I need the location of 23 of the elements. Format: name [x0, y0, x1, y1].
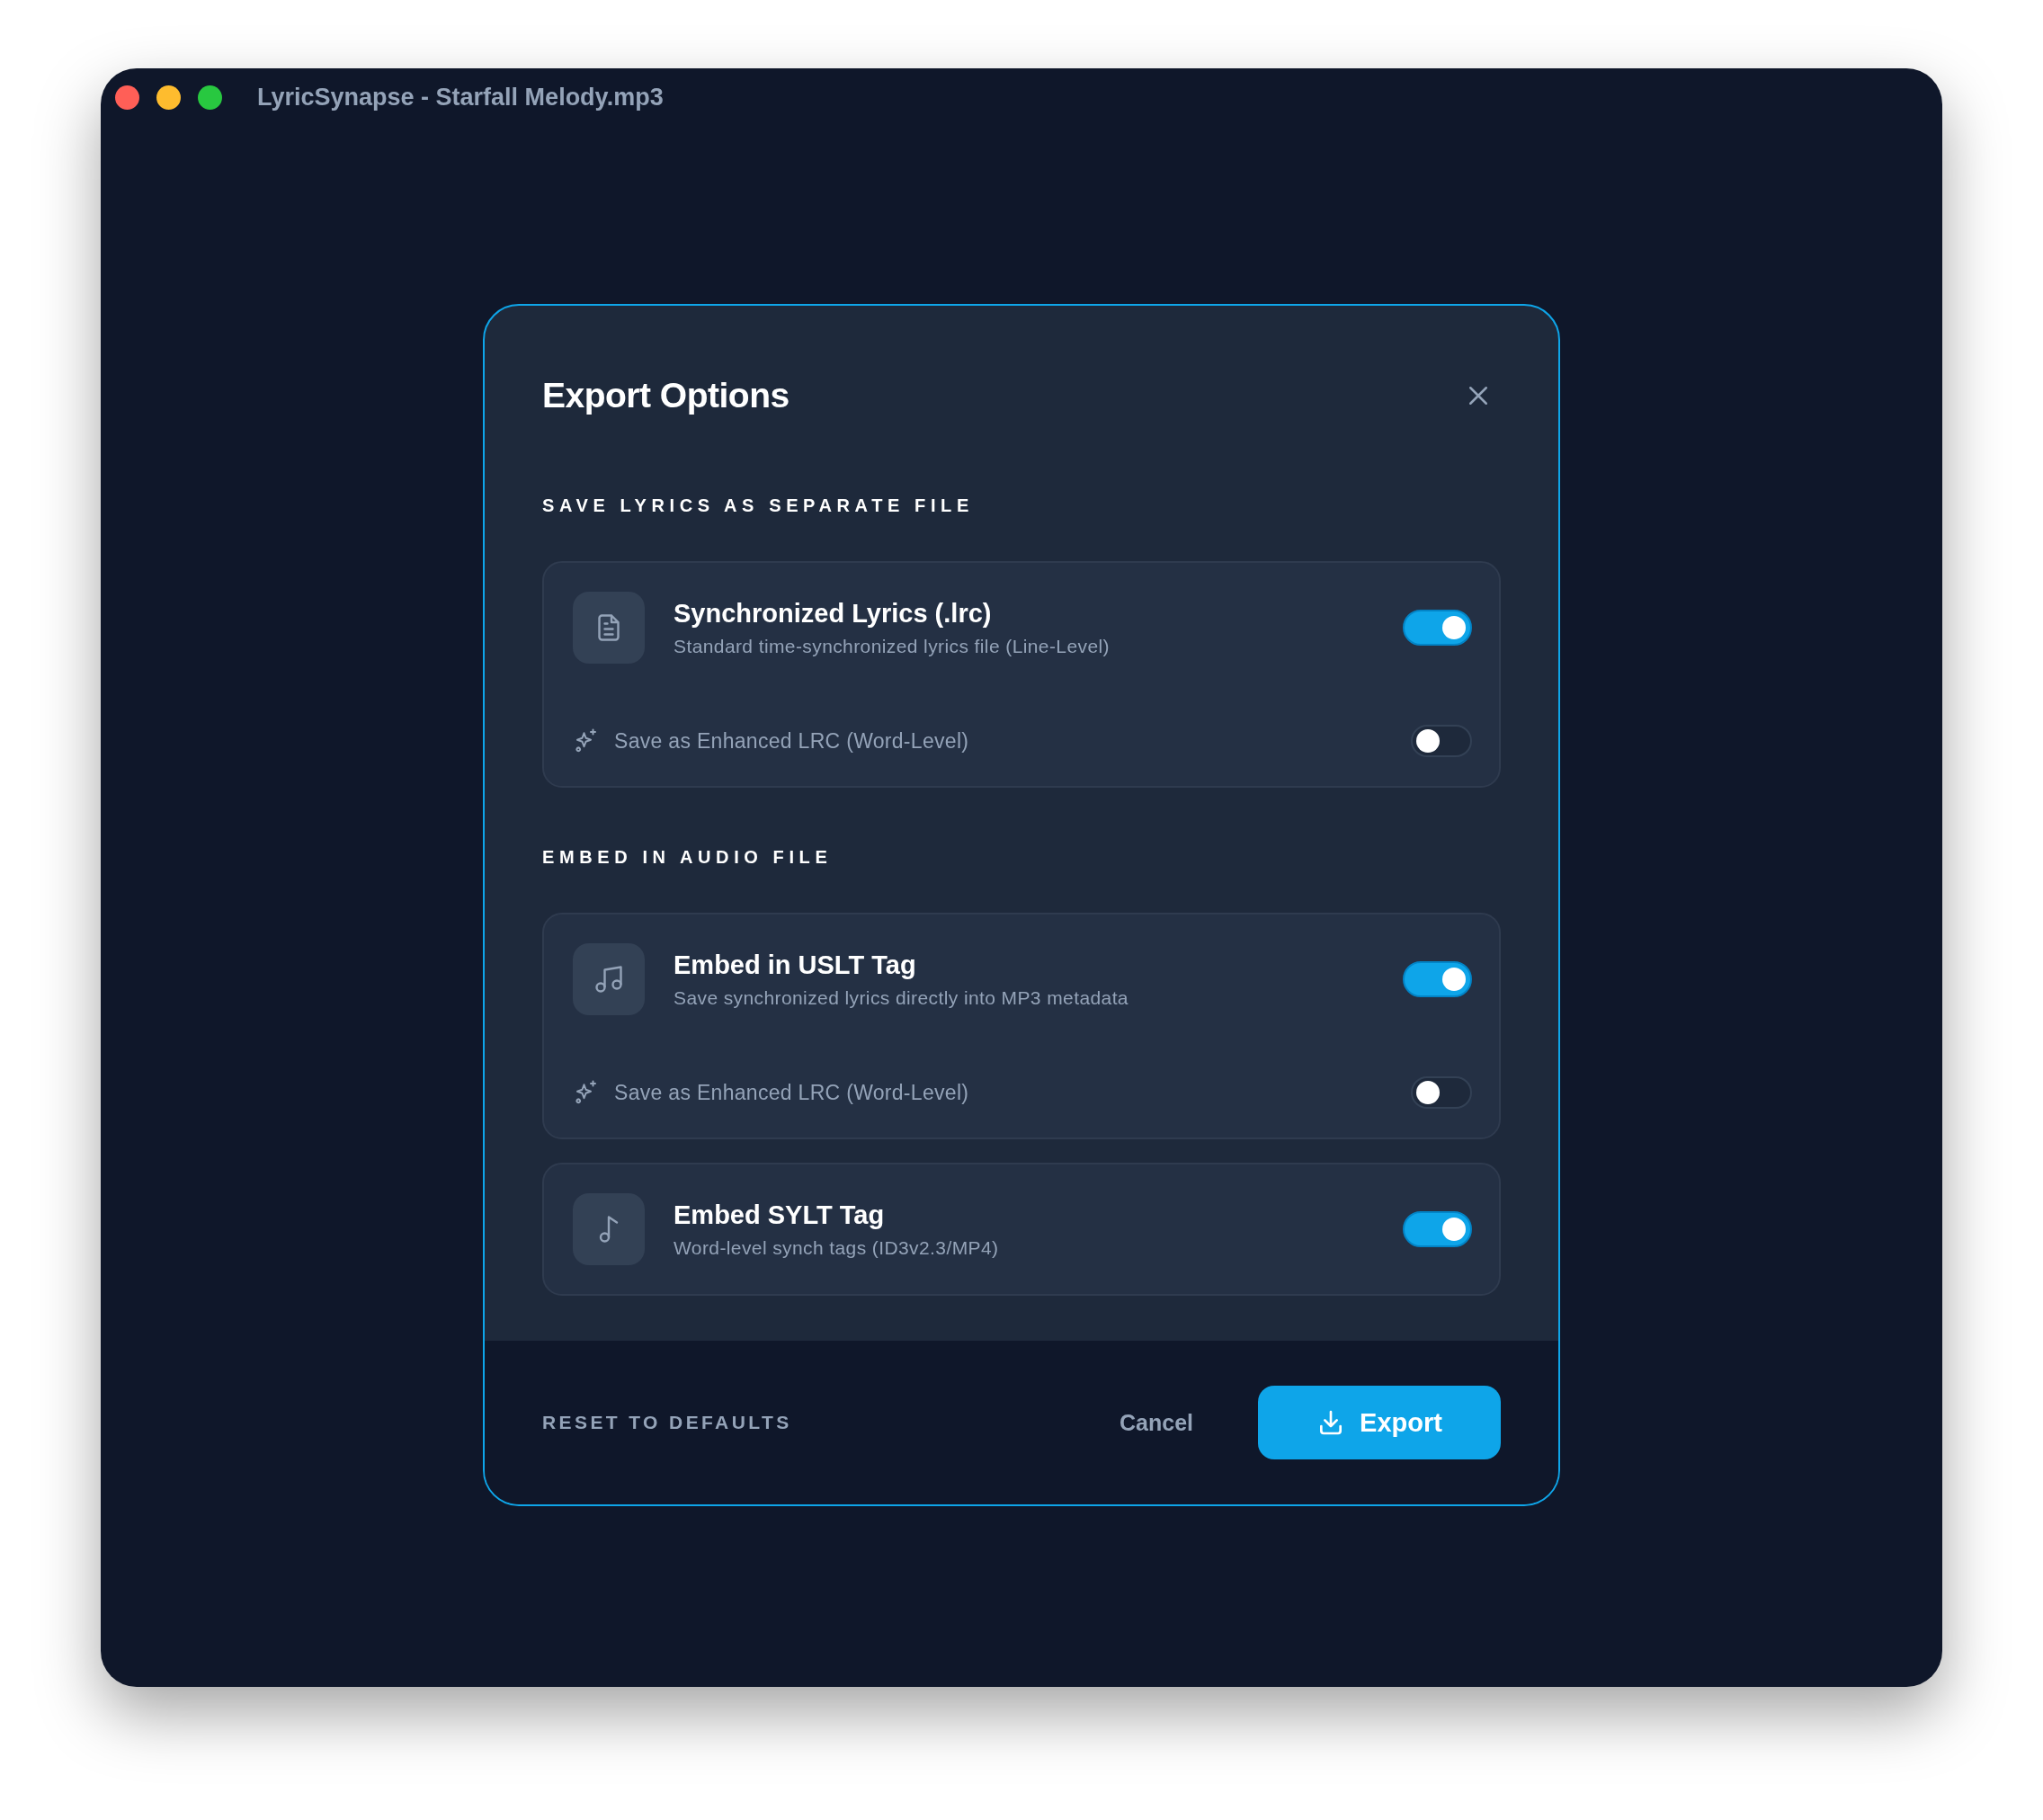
option-title: Embed SYLT Tag [674, 1200, 886, 1230]
close-window-button[interactable] [115, 85, 139, 110]
toggle-switch[interactable] [1403, 1211, 1472, 1247]
section-heading: SAVE LYRICS AS SEPARATE FILE [542, 495, 975, 516]
dialog-title: Export Options [542, 376, 790, 415]
reset-link[interactable]: RESET TO DEFAULTS [542, 1412, 1120, 1433]
sub-option-label: Save as Enhanced LRC (Word-Level) [614, 728, 970, 754]
zoom-window-button[interactable] [198, 85, 222, 110]
option-title: Embed in USLT Tag [674, 950, 917, 980]
minimize-window-button[interactable] [156, 85, 181, 110]
sub-option-label: Save as Enhanced LRC (Word-Level) [614, 1080, 970, 1105]
window-title: LyricSynapse - Starfall Melody.mp3 [257, 83, 664, 112]
toggle-switch[interactable] [1403, 610, 1472, 646]
option-title: Synchronized Lyrics (.lrc) [674, 598, 993, 629]
option-description: Standard time-synchronized lyrics file (Line-Level) [674, 635, 1111, 657]
toggle-switch[interactable] [1411, 725, 1472, 757]
section-heading: EMBED IN AUDIO FILE [542, 847, 834, 868]
toggle-switch[interactable] [1411, 1076, 1472, 1109]
cancel-button[interactable]: Cancel [1120, 1409, 1193, 1436]
option-description: Word-level synch tags (ID3v2.3/MP4) [674, 1236, 1000, 1259]
option-description: Save synchronized lyrics directly into MP3 metadata [674, 986, 1129, 1009]
music-notes-icon [593, 963, 625, 995]
toggle-switch[interactable] [1403, 961, 1472, 997]
